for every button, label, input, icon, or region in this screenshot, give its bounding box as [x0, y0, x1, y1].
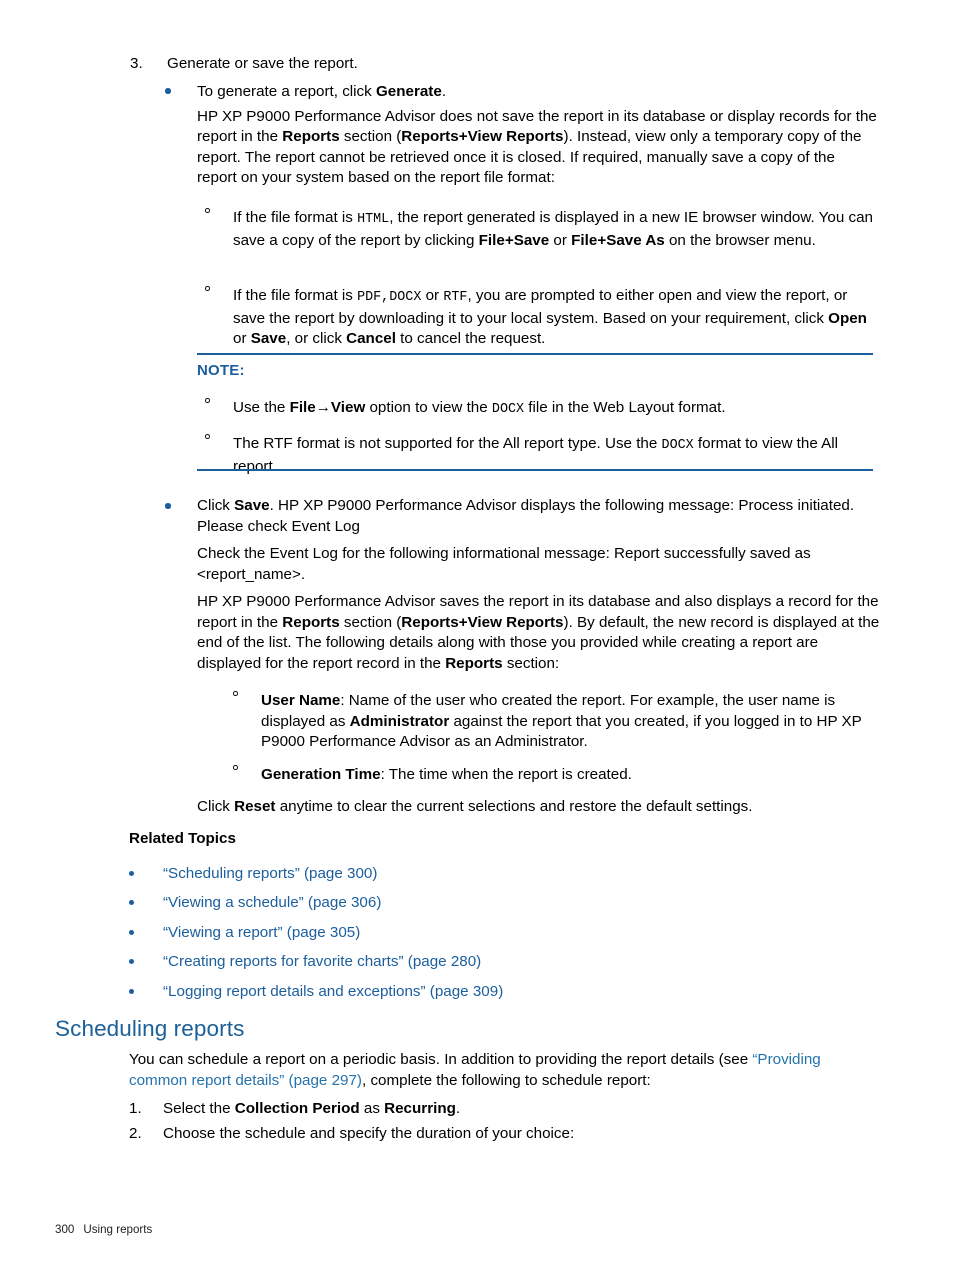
footer-chapter-name: Using reports — [83, 1223, 153, 1236]
bullet-1-block: To generate a report, click Generate. HP… — [197, 82, 877, 189]
related-topic-link[interactable]: “Viewing a schedule” (page 306) — [129, 894, 381, 911]
scheduling-step-2-text: Choose the schedule and specify the dura… — [163, 1125, 575, 1142]
note-item-1-text: Use the File→View option to view the DOC… — [233, 399, 726, 417]
related-topic-item[interactable]: “Viewing a report” (page 305) — [129, 923, 869, 944]
note-top-divider — [197, 353, 873, 355]
bullet-dot-icon — [129, 959, 134, 964]
footer-page-number: 300 — [55, 1223, 75, 1236]
scheduling-intro-paragraph: You can schedule a report on a periodic … — [129, 1051, 821, 1089]
related-topic-link[interactable]: “Viewing a report” (page 305) — [129, 924, 360, 941]
bullet-2-paragraph-2: Check the Event Log for the following in… — [197, 545, 811, 583]
hollow-circle-bullet-icon — [233, 765, 238, 770]
related-topic-item[interactable]: “Creating reports for favorite charts” (… — [129, 952, 869, 973]
hollow-circle-bullet-icon — [205, 208, 210, 213]
sub-bullet-generation-time-text: Generation Time: The time when the repor… — [261, 766, 632, 783]
bullet-2-paragraph-3: HP XP P9000 Performance Advisor saves th… — [197, 593, 880, 672]
section-heading-scheduling-reports: Scheduling reports — [55, 1016, 245, 1041]
bullet-1-paragraph: HP XP P9000 Performance Advisor does not… — [197, 107, 877, 187]
sub-bullet-1-text: If the file format is HTML, the report g… — [233, 209, 874, 249]
related-topic-item[interactable]: “Logging report details and exceptions” … — [129, 982, 869, 1003]
bullet-2-line1: Click Save. HP XP P9000 Performance Advi… — [197, 497, 855, 535]
step-3-text: Generate or save the report. — [167, 55, 358, 72]
hollow-circle-bullet-icon — [205, 398, 210, 403]
bullet-dot-icon — [165, 88, 171, 94]
document-page: 3. Generate or save the report. To gener… — [0, 0, 954, 1271]
related-topic-item[interactable]: “Scheduling reports” (page 300) — [129, 864, 869, 885]
bullet-dot-icon — [129, 871, 134, 876]
bullet-dot-icon — [129, 989, 134, 994]
related-topic-link[interactable]: “Creating reports for favorite charts” (… — [129, 953, 481, 970]
hollow-circle-bullet-icon — [205, 434, 210, 439]
list-marker-step-3: 3. — [130, 55, 143, 72]
related-topic-link[interactable]: “Scheduling reports” (page 300) — [129, 865, 377, 882]
bullet-1-line1: To generate a report, click Generate. — [197, 83, 447, 100]
bullet-dot-icon — [129, 930, 134, 935]
note-heading: NOTE: — [197, 362, 245, 379]
related-topic-link[interactable]: “Logging report details and exceptions” … — [129, 983, 503, 1000]
bullet-dot-icon — [129, 900, 134, 905]
note-bottom-divider — [197, 469, 873, 471]
hollow-circle-bullet-icon — [233, 691, 238, 696]
list-marker-1: 1. — [129, 1100, 142, 1117]
reset-instruction-text: Click Reset anytime to clear the current… — [197, 798, 753, 815]
bullet-dot-icon — [165, 503, 171, 509]
list-marker-2: 2. — [129, 1125, 142, 1142]
related-topics-heading: Related Topics — [129, 830, 236, 847]
related-topic-item[interactable]: “Viewing a schedule” (page 306) — [129, 893, 869, 914]
hollow-circle-bullet-icon — [205, 286, 210, 291]
scheduling-step-1-text: Select the Collection Period as Recurrin… — [163, 1100, 461, 1117]
sub-bullet-user-name-text: User Name: Name of the user who created … — [261, 692, 862, 751]
sub-bullet-2-text: If the file format is PDF,DOCX or RTF, y… — [233, 287, 867, 348]
page-footer: 300 Using reports — [55, 1223, 152, 1236]
